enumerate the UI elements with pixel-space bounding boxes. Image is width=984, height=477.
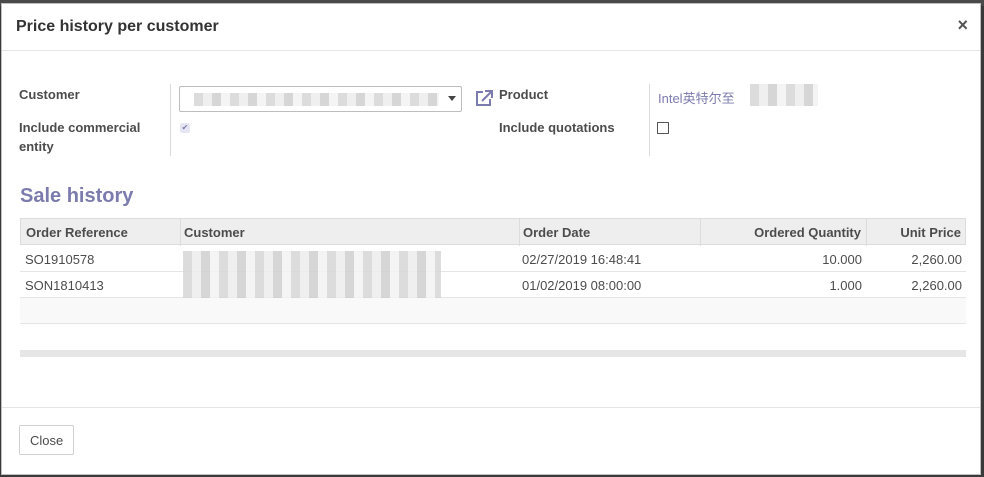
dialog-header: Price history per customer × bbox=[2, 4, 980, 51]
order-date-cell: 02/27/2019 16:48:41 bbox=[522, 252, 642, 267]
unit-price-cell: 2,260.00 bbox=[911, 252, 962, 267]
column-header-ordered-quantity[interactable]: Ordered Quantity bbox=[754, 225, 861, 240]
column-header-unit-price[interactable]: Unit Price bbox=[900, 225, 961, 240]
column-separator bbox=[519, 219, 520, 246]
column-separator bbox=[700, 219, 701, 246]
column-separator bbox=[866, 219, 867, 246]
redacted-customer-value bbox=[194, 93, 439, 106]
column-header-customer[interactable]: Customer bbox=[184, 225, 245, 240]
order-reference-cell: SON1810413 bbox=[25, 278, 104, 293]
close-button[interactable]: Close bbox=[19, 425, 75, 455]
table-row[interactable]: SO1910578 02/27/2019 16:48:41 10.000 2,2… bbox=[20, 246, 966, 272]
include-commercial-label-line2: entity bbox=[19, 139, 54, 154]
redacted-customer-cells bbox=[183, 251, 441, 299]
ordered-quantity-cell: 10.000 bbox=[822, 252, 862, 267]
external-link-icon[interactable] bbox=[474, 89, 494, 107]
close-icon[interactable]: × bbox=[957, 15, 968, 36]
customer-label: Customer bbox=[19, 87, 80, 102]
chevron-down-icon[interactable] bbox=[448, 96, 456, 101]
empty-table-row bbox=[20, 298, 966, 324]
table-row[interactable]: SON1810413 01/02/2019 08:00:00 1.000 2,2… bbox=[20, 272, 966, 298]
table-header: Order Reference Customer Order Date Orde… bbox=[20, 218, 966, 246]
ordered-quantity-cell: 1.000 bbox=[829, 278, 862, 293]
column-header-order-date[interactable]: Order Date bbox=[523, 225, 590, 240]
column-header-order-reference[interactable]: Order Reference bbox=[26, 225, 128, 240]
include-commercial-label-line1: Include commercial bbox=[19, 120, 141, 135]
dialog-footer: Close bbox=[2, 407, 980, 475]
table-footer-bar bbox=[20, 350, 966, 357]
include-commercial-checkbox[interactable]: ✔ bbox=[180, 123, 190, 133]
include-quotations-checkbox[interactable] bbox=[657, 122, 669, 134]
unit-price-cell: 2,260.00 bbox=[911, 278, 962, 293]
order-reference-cell: SO1910578 bbox=[25, 252, 95, 267]
form-divider-right bbox=[649, 84, 650, 156]
product-label: Product bbox=[499, 87, 549, 102]
redacted-product-name bbox=[750, 84, 818, 106]
price-history-dialog: Price history per customer × Customer In… bbox=[1, 3, 981, 475]
sale-history-title: Sale history bbox=[20, 185, 134, 207]
product-link[interactable]: Intel英特尔至 bbox=[658, 88, 735, 107]
include-quotations-label: Include quotations bbox=[499, 120, 615, 135]
form-divider-left bbox=[170, 84, 171, 156]
customer-select[interactable] bbox=[179, 86, 462, 112]
order-date-cell: 01/02/2019 08:00:00 bbox=[522, 278, 642, 293]
column-separator bbox=[180, 219, 181, 246]
dialog-title: Price history per customer bbox=[16, 18, 219, 35]
